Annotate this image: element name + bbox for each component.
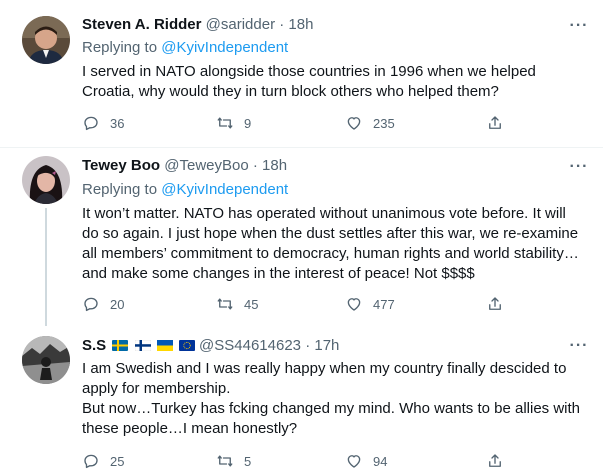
reply-button[interactable]: 25 [82, 450, 124, 472]
like-icon [347, 298, 361, 311]
tweet-3[interactable]: S.S @SS44614623 · 17h ··· I am Swedish a… [0, 326, 603, 470]
like-count: 94 [373, 453, 388, 469]
thread-line [45, 208, 47, 326]
avatar-ss[interactable] [22, 336, 70, 384]
action-bar: 36 9 235 [82, 112, 522, 134]
more-icon[interactable]: ··· [568, 159, 590, 181]
reply-icon [84, 454, 98, 469]
share-icon [489, 297, 501, 310]
like-icon [347, 455, 361, 468]
tweet-text: It won’t matter. NATO has operated witho… [82, 205, 579, 282]
share-button[interactable] [486, 293, 514, 315]
mention-link[interactable]: @KyivIndependent [161, 39, 288, 56]
reply-button[interactable]: 36 [82, 112, 124, 134]
tweet-header: S.S @SS44614623 · 17h [82, 337, 339, 354]
like-count: 235 [373, 115, 395, 131]
author-handle[interactable]: @TeweyBoo [164, 157, 248, 174]
replying-to: Replying to @KyivIndependent [82, 39, 288, 56]
more-icon[interactable]: ··· [568, 18, 590, 40]
author-name[interactable]: Steven A. Ridder [82, 16, 201, 33]
timestamp[interactable]: 18h [262, 157, 287, 174]
share-icon [489, 116, 501, 129]
retweet-button[interactable]: 45 [216, 293, 258, 315]
action-bar: 20 45 477 [82, 293, 522, 315]
separator-dot: · [305, 337, 311, 354]
share-icon [489, 454, 501, 467]
separator-dot: · [252, 157, 258, 174]
replying-to: Replying to @KyivIndependent [82, 181, 288, 198]
share-button[interactable] [486, 112, 514, 134]
reply-count: 20 [110, 296, 125, 312]
finland-flag [134, 340, 151, 351]
tweet-text: I served in NATO alongside those countri… [82, 63, 536, 100]
share-button[interactable] [486, 450, 514, 472]
tweet-header: Tewey Boo @TeweyBoo · 18h [82, 157, 287, 174]
avatar-tewey[interactable] [22, 156, 70, 204]
tweet-text: I am Swedish and I was really happy when… [82, 360, 581, 437]
author-name[interactable]: Tewey Boo [82, 157, 160, 174]
reply-count: 36 [110, 115, 125, 131]
reply-count: 25 [110, 453, 125, 469]
timestamp[interactable]: 18h [288, 16, 313, 33]
author-name[interactable]: S.S [82, 337, 106, 354]
mention-link[interactable]: @KyivIndependent [161, 181, 288, 198]
action-bar: 25 5 94 [82, 450, 522, 472]
like-count: 477 [373, 296, 395, 312]
author-handle[interactable]: @SS44614623 [199, 337, 301, 354]
replying-prefix: Replying to [82, 39, 162, 56]
like-button[interactable]: 477 [345, 293, 395, 315]
separator-dot: · [279, 16, 285, 33]
like-button[interactable]: 94 [345, 450, 387, 472]
replying-prefix: Replying to [82, 181, 162, 198]
retweet-icon [217, 298, 233, 310]
timestamp[interactable]: 17h [314, 337, 339, 354]
avatar-steven[interactable] [22, 16, 70, 64]
like-button[interactable]: 235 [345, 112, 395, 134]
eu-flag [178, 340, 195, 351]
retweet-count: 5 [244, 453, 252, 469]
retweet-button[interactable]: 5 [216, 450, 251, 472]
tweet-2[interactable]: Tewey Boo @TeweyBoo · 18h ··· Replying t… [0, 148, 603, 326]
retweet-count: 9 [244, 115, 252, 131]
more-icon[interactable]: ··· [568, 338, 590, 360]
tweet-1[interactable]: Steven A. Ridder @saridder · 18h ··· Rep… [0, 0, 603, 147]
reply-icon [84, 116, 98, 131]
sweden-flag [112, 340, 129, 351]
author-handle[interactable]: @saridder [206, 16, 275, 33]
retweet-icon [217, 455, 233, 467]
ukraine-flag [156, 340, 173, 351]
retweet-icon [217, 117, 233, 129]
like-icon [347, 117, 361, 130]
tweet-header: Steven A. Ridder @saridder · 18h [82, 16, 313, 33]
reply-icon [84, 297, 98, 312]
reply-button[interactable]: 20 [82, 293, 124, 315]
retweet-count: 45 [244, 296, 259, 312]
retweet-button[interactable]: 9 [216, 112, 251, 134]
